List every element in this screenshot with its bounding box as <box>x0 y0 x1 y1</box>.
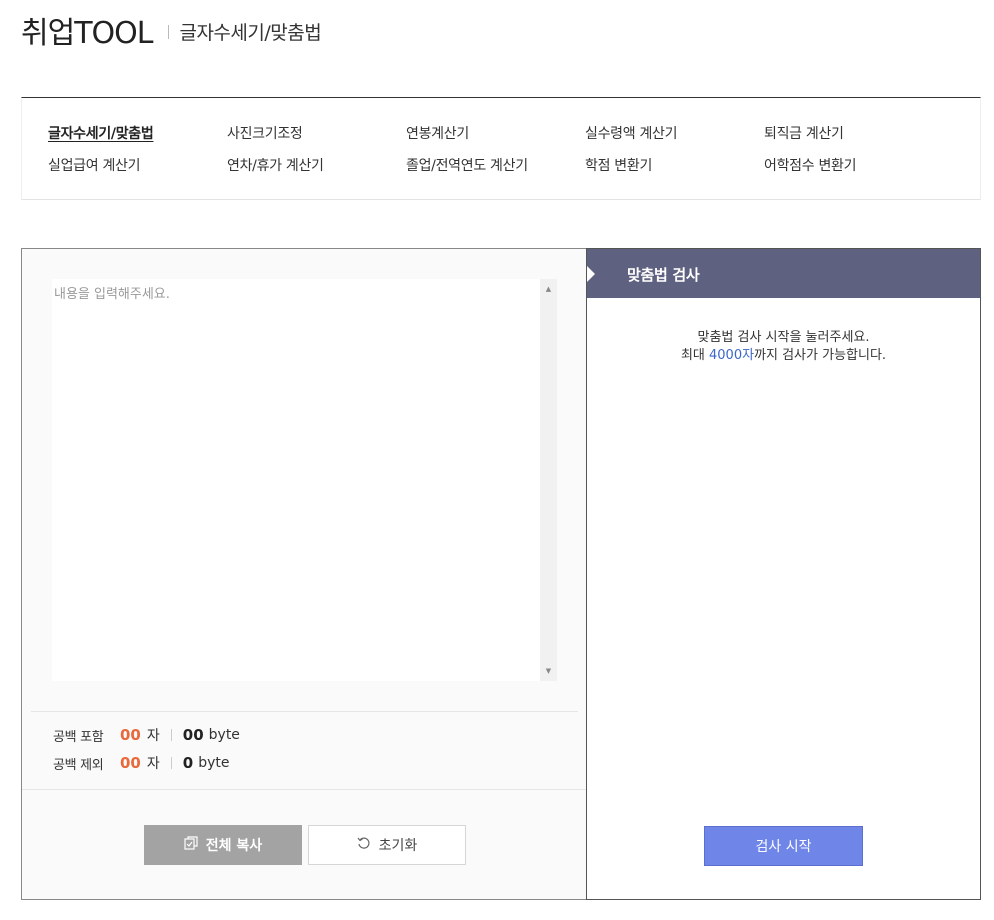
char-unit: 자 <box>146 756 160 772</box>
copy-icon <box>184 836 198 854</box>
reset-icon <box>357 836 371 854</box>
textarea-scrollbar[interactable]: ▲ ▼ <box>540 279 557 681</box>
text-input[interactable] <box>52 279 540 681</box>
copy-all-button[interactable]: 전체 복사 <box>144 825 302 865</box>
nav-item-char-count-spell[interactable]: 글자수세기/맞춤법 <box>48 123 154 143</box>
count-with-space: 공백 포함 00 자 00 byte <box>53 725 240 745</box>
byte-unit: byte <box>208 727 240 743</box>
nav-item-language-score-converter[interactable]: 어학점수 변환기 <box>764 155 857 175</box>
nav-item-leave-calc[interactable]: 연차/휴가 계산기 <box>227 155 324 175</box>
count-without-space: 공백 제외 00 자 0 byte <box>53 753 229 773</box>
char-limit-value: 4000자 <box>709 348 755 363</box>
header-notch <box>587 266 595 282</box>
nav-item-unemployment-calc[interactable]: 실업급여 계산기 <box>48 155 141 175</box>
copy-all-label: 전체 복사 <box>205 838 263 854</box>
spellcheck-message: 맞춤법 검사 시작을 눌러주세요. 최대 4000자까지 검사가 가능합니다. <box>587 329 980 365</box>
spellcheck-header: 맞춤법 검사 <box>587 249 980 298</box>
char-count-value: 00 <box>120 726 141 744</box>
byte-count-value: 0 <box>182 754 194 772</box>
count-separator <box>170 757 172 769</box>
char-count-value: 00 <box>120 754 141 772</box>
spellcheck-message-line1: 맞춤법 검사 시작을 눌러주세요. <box>697 330 870 345</box>
header-divider <box>168 25 170 39</box>
nav-item-net-pay-calc[interactable]: 실수령액 계산기 <box>585 123 678 143</box>
start-check-button[interactable]: 검사 시작 <box>704 826 863 866</box>
brand-logo[interactable]: 취업TOOL <box>21 8 153 52</box>
nav-item-graduation-year-calc[interactable]: 졸업/전역연도 계산기 <box>406 155 528 175</box>
reset-button[interactable]: 초기화 <box>308 825 466 865</box>
spellcheck-panel: 맞춤법 검사 맞춤법 검사 시작을 눌러주세요. 최대 4000자까지 검사가 … <box>586 248 981 900</box>
editor-panel: ▲ ▼ 공백 포함 00 자 00 byte 공백 제외 00 자 0 byte <box>21 248 587 900</box>
reset-label: 초기화 <box>378 838 418 854</box>
char-unit: 자 <box>146 728 160 744</box>
nav-item-photo-resize[interactable]: 사진크기조정 <box>227 123 303 143</box>
count-label: 공백 제외 <box>53 757 104 773</box>
nav-item-gpa-converter[interactable]: 학점 변환기 <box>585 155 652 175</box>
nav-item-salary-calc[interactable]: 연봉계산기 <box>406 123 469 143</box>
page-title: 글자수세기/맞춤법 <box>179 21 322 44</box>
scroll-up-icon[interactable]: ▲ <box>540 281 557 297</box>
tool-main: ▲ ▼ 공백 포함 00 자 00 byte 공백 제외 00 자 0 byte <box>21 248 981 900</box>
count-label: 공백 포함 <box>53 729 104 745</box>
tool-nav: 글자수세기/맞춤법 사진크기조정 연봉계산기 실수령액 계산기 퇴직금 계산기 … <box>21 97 981 200</box>
byte-unit: byte <box>198 755 230 771</box>
count-separator <box>170 729 172 741</box>
spellcheck-message-line2: 최대 4000자까지 검사가 가능합니다. <box>587 347 980 365</box>
byte-count-value: 00 <box>182 726 204 744</box>
text-input-wrapper: ▲ ▼ <box>52 279 557 681</box>
button-divider <box>22 789 587 790</box>
spellcheck-title: 맞춤법 검사 <box>627 266 700 284</box>
count-divider <box>31 711 578 712</box>
nav-item-severance-calc[interactable]: 퇴직금 계산기 <box>764 123 844 143</box>
limit-prefix: 최대 <box>680 348 709 363</box>
limit-suffix: 까지 검사가 가능합니다. <box>754 348 887 363</box>
scroll-down-icon[interactable]: ▼ <box>540 663 557 679</box>
page-header: 취업TOOL 글자수세기/맞춤법 <box>21 8 322 52</box>
